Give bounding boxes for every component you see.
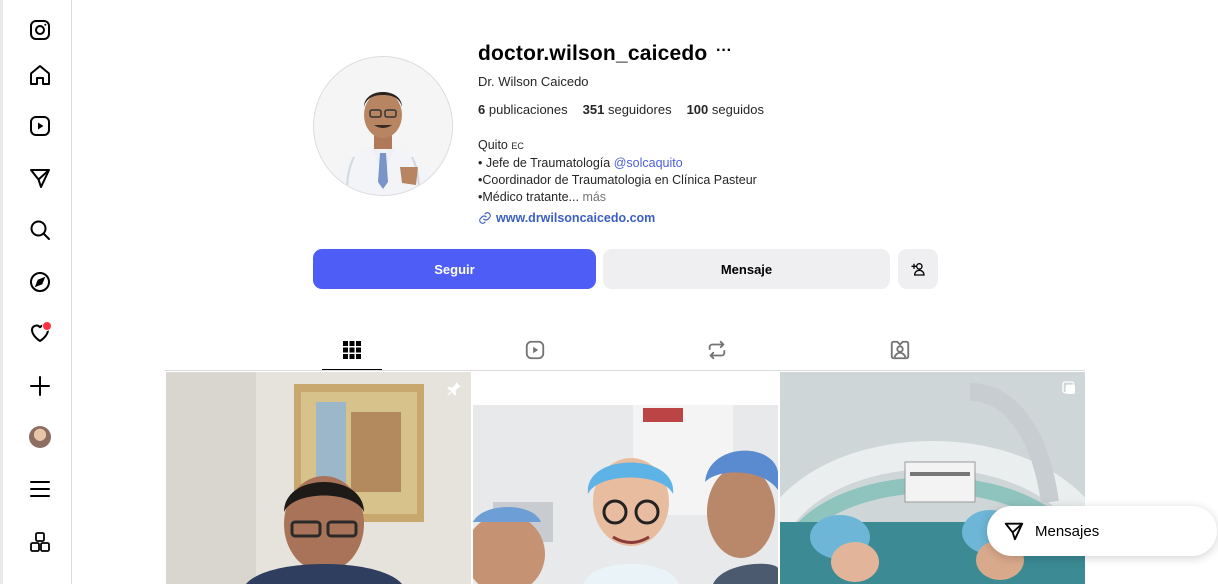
add-person-icon [911, 263, 925, 276]
profile-stats: 6 publicaciones 351 seguidores 100 segui… [478, 102, 764, 117]
tab-reposts[interactable] [702, 336, 732, 364]
followers-stat[interactable]: 351 seguidores [583, 102, 672, 117]
heart-notifications-icon[interactable] [25, 318, 55, 348]
more-apps-icon[interactable] [25, 527, 55, 557]
website-link[interactable]: www.drwilsoncaicedo.com [478, 211, 655, 225]
tabs-divider [165, 370, 1085, 371]
tab-posts[interactable] [337, 336, 367, 364]
posts-stat[interactable]: 6 publicaciones [478, 102, 568, 117]
instagram-logo-icon[interactable] [25, 15, 55, 45]
bio-line: •Médico tratante... [478, 190, 579, 204]
profile-full-name: Dr. Wilson Caicedo [478, 74, 589, 89]
search-icon[interactable] [25, 215, 55, 245]
message-button[interactable]: Mensaje [603, 249, 890, 289]
notification-dot [42, 321, 52, 331]
plus-create-icon[interactable] [25, 371, 55, 401]
profile-avatar[interactable] [25, 422, 55, 452]
grid-icon [343, 341, 361, 359]
carousel-icon [1062, 381, 1075, 394]
tab-reels[interactable] [520, 336, 550, 364]
menu-icon[interactable] [25, 474, 55, 504]
direct-send-icon [1004, 522, 1024, 541]
bio-more-link[interactable]: más [582, 190, 606, 204]
tab-tagged[interactable] [885, 336, 915, 364]
bio-mention-link[interactable]: @solcaquito [614, 156, 683, 170]
reels-icon [525, 340, 545, 360]
link-icon [479, 212, 491, 224]
bio-line: • Jefe de Traumatología [478, 156, 614, 170]
more-options-button[interactable]: ··· [716, 42, 732, 60]
post-thumbnail[interactable] [473, 372, 778, 584]
profile-username: doctor.wilson_caicedo [478, 42, 708, 65]
bio-line: •Coordinador de Traumatologia en Clínica… [478, 173, 757, 187]
following-stat[interactable]: 100 seguidos [687, 102, 764, 117]
profile-bio: Quito EC • Jefe de Traumatología @solcaq… [478, 137, 757, 206]
follow-button[interactable]: Seguir [313, 249, 596, 289]
sidebar [0, 0, 72, 584]
post-thumbnail[interactable] [166, 372, 471, 584]
home-icon[interactable] [25, 60, 55, 90]
website-url: www.drwilsoncaicedo.com [496, 211, 656, 225]
bio-location: Quito [478, 138, 508, 152]
direct-send-icon[interactable] [25, 163, 55, 193]
suggested-users-button[interactable] [898, 249, 938, 289]
bio-country-code: EC [511, 141, 524, 151]
messages-label: Mensajes [1035, 522, 1100, 540]
profile-picture[interactable] [313, 56, 453, 196]
messages-pill[interactable]: Mensajes [987, 506, 1217, 556]
tagged-person-icon [890, 340, 910, 360]
pinned-icon [447, 382, 461, 396]
repost-icon [708, 340, 726, 360]
explore-compass-icon[interactable] [25, 267, 55, 297]
reels-icon[interactable] [25, 111, 55, 141]
